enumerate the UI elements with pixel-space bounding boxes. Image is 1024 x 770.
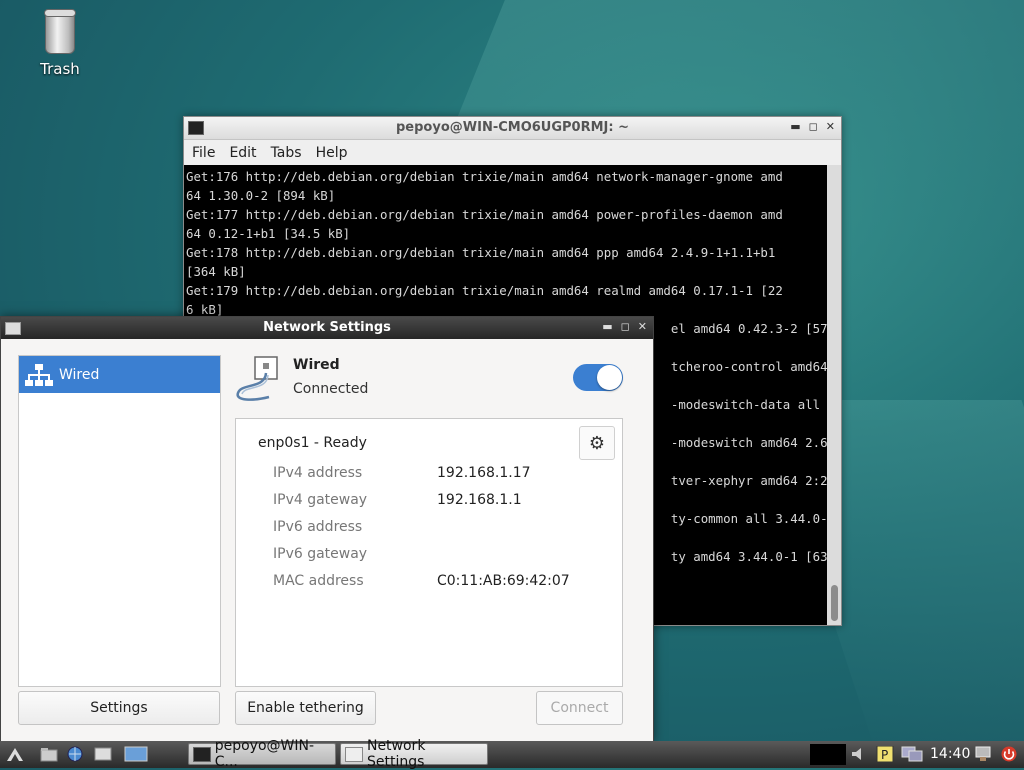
ethernet-cable-icon (236, 356, 278, 401)
ipv6-address-label: IPv6 address (273, 519, 363, 535)
start-menu-icon[interactable] (6, 746, 24, 762)
network-settings-window[interactable]: Network Settings ▬ ◻ ✕ Wired Wired Conne… (0, 316, 654, 742)
screen-lock-icon[interactable] (974, 746, 992, 762)
terminal-line: Get:178 http://deb.debian.org/debian tri… (186, 245, 776, 260)
terminal-titlebar[interactable]: pepoyo@WIN-CMO6UGP0RMJ: ~ ▬ ◻ ✕ (184, 117, 841, 140)
terminal-icon (193, 746, 211, 762)
network-titlebar[interactable]: Network Settings ▬ ◻ ✕ (1, 317, 653, 339)
terminal-menubar: File Edit Tabs Help (184, 140, 841, 166)
ipv4-gateway-value: 192.168.1.1 (437, 492, 522, 508)
maximize-icon[interactable]: ◻ (809, 120, 818, 133)
terminal-title: pepoyo@WIN-CMO6UGP0RMJ: ~ (396, 120, 629, 135)
desktop-icon-trash[interactable]: Trash (28, 9, 92, 78)
tray-indicator (810, 744, 846, 765)
terminal-line: Get:177 http://deb.debian.org/debian tri… (186, 207, 783, 222)
minimize-icon[interactable]: ▬ (602, 320, 612, 333)
network-tray-icon[interactable] (900, 746, 924, 762)
sidebar-item-label: Wired (59, 366, 100, 383)
enable-tethering-button[interactable]: Enable tethering (235, 691, 376, 725)
connect-button[interactable]: Connect (536, 691, 623, 725)
package-updater-icon[interactable]: P (876, 746, 894, 762)
network-title: Network Settings (263, 320, 391, 335)
menu-file[interactable]: File (192, 145, 215, 161)
connection-list: Wired (18, 355, 221, 687)
power-icon[interactable] (1000, 746, 1018, 762)
task-terminal[interactable]: pepoyo@WIN-C... (188, 738, 336, 770)
connection-details-panel: enp0s1 - Ready ⚙ IPv4 address 192.168.1.… (235, 418, 623, 687)
wired-toggle[interactable] (573, 364, 623, 391)
menu-help[interactable]: Help (316, 145, 348, 161)
task-network-settings[interactable]: Network Settings (340, 738, 488, 770)
terminal-launcher-icon[interactable] (94, 746, 112, 762)
desktop-icon-label: Trash (40, 60, 80, 78)
terminal-scrollbar[interactable] (827, 165, 841, 625)
svg-text:P: P (881, 748, 888, 762)
sidebar-item-wired[interactable]: Wired (19, 356, 220, 393)
ipv4-address-value: 192.168.1.17 (437, 465, 531, 481)
settings-button[interactable]: Settings (18, 691, 220, 725)
file-manager-icon[interactable] (40, 746, 58, 762)
trash-icon (44, 9, 76, 54)
close-icon[interactable]: ✕ (638, 320, 647, 333)
maximize-icon[interactable]: ◻ (621, 320, 630, 333)
network-wired-icon (25, 363, 53, 386)
minimize-icon[interactable]: ▬ (790, 120, 800, 133)
terminal-line: [364 kB] (186, 264, 246, 279)
terminal-line: 64 1.30.0-2 [894 kB] (186, 188, 336, 203)
connection-status: Connected (293, 381, 369, 397)
ipv4-gateway-label: IPv4 gateway (273, 492, 368, 508)
close-icon[interactable]: ✕ (826, 120, 835, 133)
ipv6-gateway-label: IPv6 gateway (273, 546, 368, 562)
mac-address-label: MAC address (273, 573, 364, 589)
window-icon (345, 746, 363, 762)
scrollbar-thumb[interactable] (831, 585, 838, 621)
clock[interactable]: 14:40 (930, 746, 970, 762)
ipv4-address-label: IPv4 address (273, 465, 363, 481)
task-label: Network Settings (366, 738, 426, 770)
menu-tabs[interactable]: Tabs (271, 145, 302, 161)
taskbar: pepoyo@WIN-C... Network Settings P 14:40 (0, 738, 1024, 770)
volume-icon[interactable] (850, 746, 868, 762)
mac-address-value: C0:11:AB:69:42:07 (437, 573, 570, 589)
toggle-knob (597, 365, 622, 390)
browser-icon[interactable] (66, 746, 84, 762)
terminal-line: Get:176 http://deb.debian.org/debian tri… (186, 169, 783, 184)
menu-edit[interactable]: Edit (229, 145, 256, 161)
gear-icon: ⚙ (588, 432, 606, 454)
show-desktop-icon[interactable] (124, 746, 148, 762)
task-label: pepoyo@WIN-C... (214, 738, 315, 770)
connection-type-title: Wired (293, 357, 340, 373)
terminal-line: Get:179 http://deb.debian.org/debian tri… (186, 283, 783, 298)
connection-settings-button[interactable]: ⚙ (579, 426, 615, 460)
terminal-line: 64 0.12-1+b1 [34.5 kB] (186, 226, 351, 241)
interface-name: enp0s1 - Ready (258, 435, 367, 451)
